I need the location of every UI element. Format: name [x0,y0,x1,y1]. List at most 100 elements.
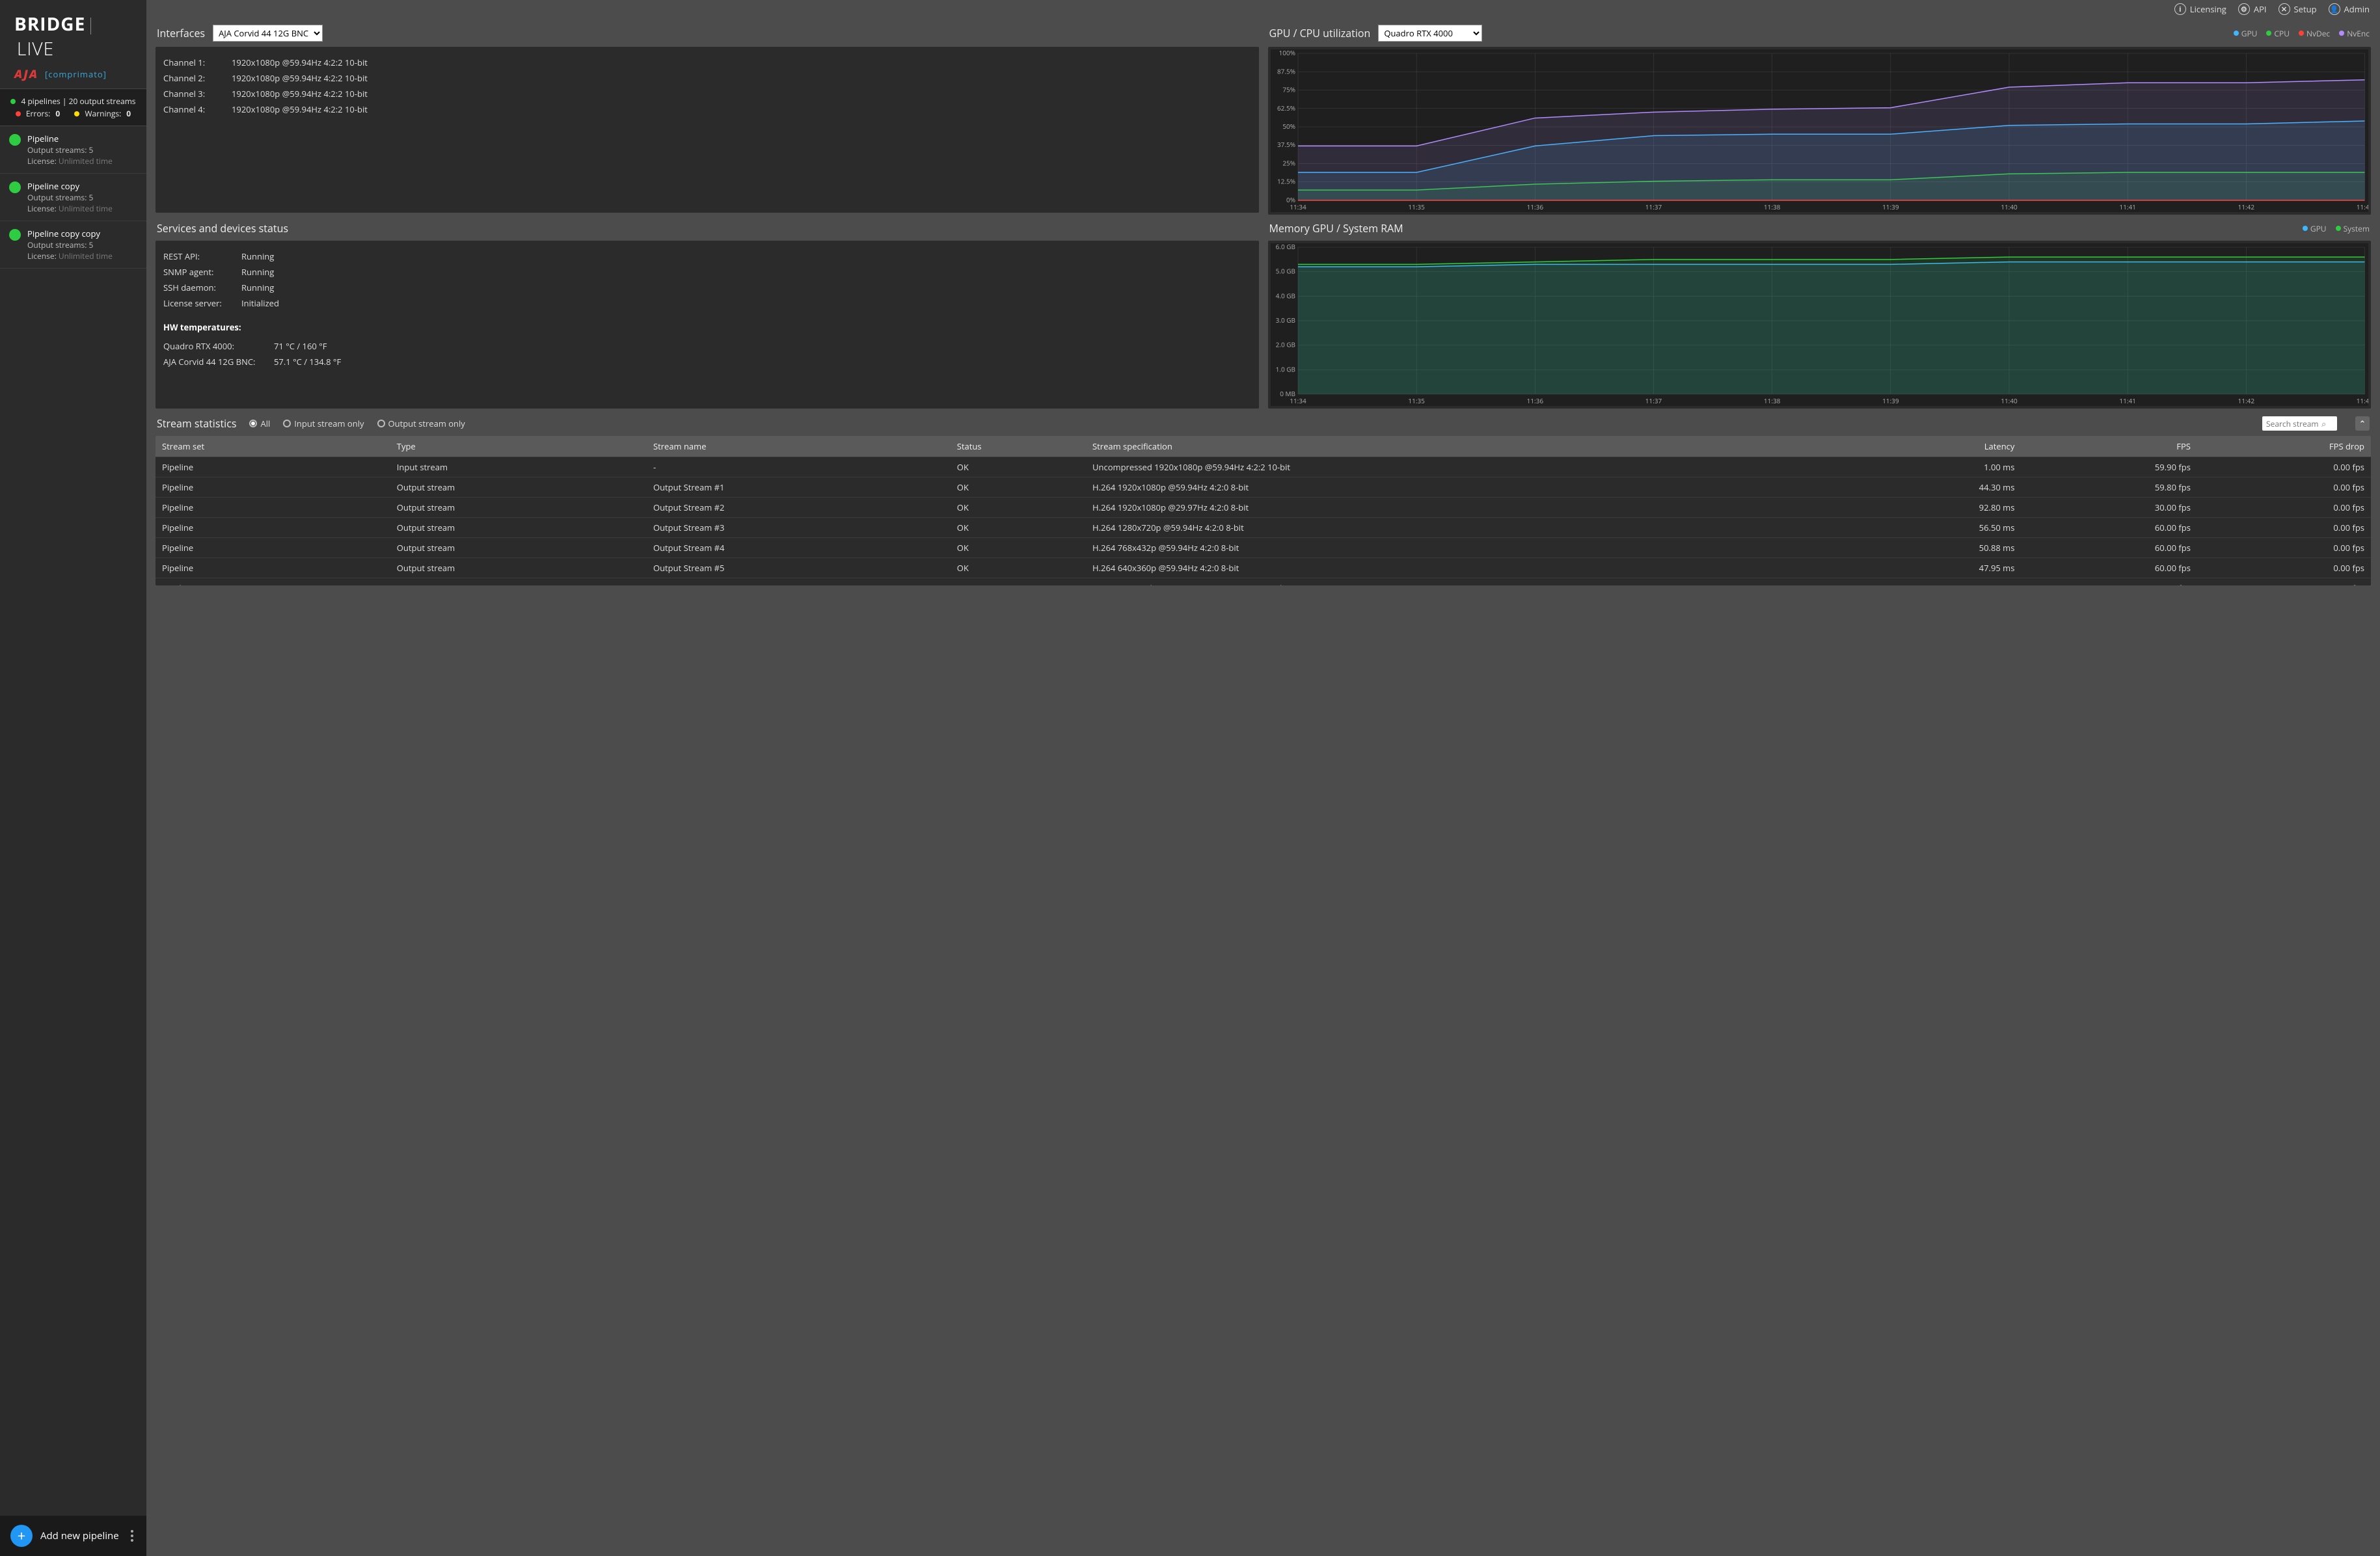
gpu-title: GPU / CPU utilization [1269,26,1371,40]
search-icon: ⌕ [2321,418,2326,429]
radio-input[interactable]: Input stream only [283,418,364,429]
svg-text:11:40: 11:40 [2001,396,2018,405]
table-cell: Uncompressed 1920x1080p @59.94Hz 4:2:2 1… [1086,457,1846,477]
pipeline-item[interactable]: Pipeline Output streams: 5 License: Unli… [0,126,146,174]
streams-table: Stream setTypeStream nameStatusStream sp… [156,436,2371,585]
svg-text:11:41: 11:41 [2119,396,2135,405]
status-dot-icon [9,134,21,146]
table-cell: 44.30 ms [1846,477,2021,498]
gpu-select[interactable]: Quadro RTX 4000 [1378,25,1482,42]
table-cell: 50.88 ms [1846,538,2021,558]
table-cell: 1.00 ms [1846,578,2021,586]
svg-text:11:34: 11:34 [1290,396,1306,405]
table-row[interactable]: PipelineOutput streamOutput Stream #3OKH… [156,518,2371,538]
search-input[interactable] [2266,418,2321,429]
gpu-legend: GPUCPUNvDecNvEnc [2234,28,2370,39]
table-cell: Input stream [390,457,647,477]
table-cell: 0.00 fps [2197,558,2371,578]
pipeline-streams: Output streams: 5 [27,144,113,155]
memory-chart: 0 MB1.0 GB2.0 GB3.0 GB4.0 GB5.0 GB6.0 GB… [1271,243,2369,406]
legend-item: CPU [2266,28,2290,39]
table-cell: - [647,578,951,586]
radio-all[interactable]: All [249,418,270,429]
svg-text:11:38: 11:38 [1763,396,1780,405]
more-menu-button[interactable] [128,1527,136,1544]
radio-output[interactable]: Output stream only [377,418,465,429]
table-cell: 0.00 fps [2197,538,2371,558]
legend-item: NvDec [2299,28,2330,39]
streams-header: Stream statistics All Input stream only … [156,409,2371,436]
table-header[interactable]: Stream set [156,436,390,457]
table-cell: Pipeline [156,457,390,477]
service-value: Running [241,266,274,278]
topbar: iLicensing ⚙API ✕Setup 👤Admin [146,0,2380,18]
table-header[interactable]: Stream name [647,436,951,457]
table-row[interactable]: PipelineOutput streamOutput Stream #4OKH… [156,538,2371,558]
svg-text:11:35: 11:35 [1408,202,1425,211]
table-header[interactable]: Latency [1846,436,2021,457]
logo-aja: AJA [14,66,38,82]
table-cell: OK [951,477,1086,498]
user-icon: 👤 [2329,3,2340,15]
channel-label: Channel 3: [163,88,232,100]
table-cell: Pipeline [156,498,390,518]
search-stream[interactable]: ⌕ [2262,416,2337,431]
table-cell: OK [951,538,1086,558]
table-row[interactable]: PipelineOutput streamOutput Stream #2OKH… [156,498,2371,518]
pipeline-item[interactable]: Pipeline copy Output streams: 5 License:… [0,174,146,221]
sidebar: BRIDGELIVE AJA [comprimato] 4 pipelines … [0,0,146,1556]
svg-text:12.5%: 12.5% [1277,177,1295,186]
pipeline-streams: Output streams: 5 [27,239,113,250]
status-warnings: 0 [126,108,131,119]
pipeline-license: License: Unlimited time [27,155,113,167]
sidebar-footer: + Add new pipeline [0,1516,146,1556]
table-cell: 47.95 ms [1846,558,2021,578]
table-cell: Output stream [390,558,647,578]
legend-item: NvEnc [2339,28,2370,39]
memory-title: Memory GPU / System RAM [1269,221,1403,235]
pipeline-list: Pipeline Output streams: 5 License: Unli… [0,126,146,1516]
table-header[interactable]: FPS [2021,436,2197,457]
table-row[interactable]: Pipeline copyInput stream-OKUncompressed… [156,578,2371,586]
table-row[interactable]: PipelineOutput streamOutput Stream #5OKH… [156,558,2371,578]
hw-value: 57.1 °C / 134.8 °F [274,356,341,368]
table-cell: H.264 1280x720p @59.94Hz 4:2:0 8-bit [1086,518,1846,538]
table-cell: Pipeline [156,538,390,558]
table-header[interactable]: Stream specification [1086,436,1846,457]
pipeline-license: License: Unlimited time [27,250,113,262]
interfaces-select[interactable]: AJA Corvid 44 12G BNC [213,25,323,42]
table-cell: Uncompressed 1920x1080p @59.94Hz 4:2:2 1… [1086,578,1846,586]
channel-value: 1920x1080p @59.94Hz 4:2:2 10-bit [232,103,368,115]
table-cell: Input stream [390,578,647,586]
svg-text:5.0 GB: 5.0 GB [1275,267,1295,276]
pipeline-item[interactable]: Pipeline copy copy Output streams: 5 Lic… [0,221,146,269]
pipeline-streams: Output streams: 5 [27,192,113,203]
table-row[interactable]: PipelineOutput streamOutput Stream #1OKH… [156,477,2371,498]
hw-label: Quadro RTX 4000: [163,340,274,352]
add-pipeline-label[interactable]: Add new pipeline [40,1529,120,1542]
legend-item: GPU [2303,223,2327,234]
table-header[interactable]: FPS drop [2197,436,2371,457]
nav-api[interactable]: ⚙API [2238,3,2267,15]
svg-text:11:42: 11:42 [2238,396,2254,405]
channel-value: 1920x1080p @59.94Hz 4:2:2 10-bit [232,72,368,84]
svg-text:1.0 GB: 1.0 GB [1275,364,1295,373]
table-header[interactable]: Status [951,436,1086,457]
nav-admin[interactable]: 👤Admin [2329,3,2370,15]
channel-value: 1920x1080p @59.94Hz 4:2:2 10-bit [232,88,368,100]
svg-text:11:43: 11:43 [2356,396,2368,405]
collapse-button[interactable]: ⌃ [2355,416,2370,431]
nav-licensing[interactable]: iLicensing [2174,3,2226,15]
gear-icon: ⚙ [2238,3,2250,15]
add-pipeline-button[interactable]: + [10,1525,33,1547]
status-errors: 0 [55,108,60,119]
svg-text:11:39: 11:39 [1882,396,1899,405]
nav-setup[interactable]: ✕Setup [2279,3,2317,15]
table-cell: Output Stream #2 [647,498,951,518]
table-header[interactable]: Type [390,436,647,457]
table-cell: Output Stream #1 [647,477,951,498]
table-cell: 59.90 fps [2021,457,2197,477]
memory-legend: GPUSystem [2303,223,2370,234]
table-row[interactable]: PipelineInput stream-OKUncompressed 1920… [156,457,2371,477]
table-cell: 1.00 ms [1846,457,2021,477]
